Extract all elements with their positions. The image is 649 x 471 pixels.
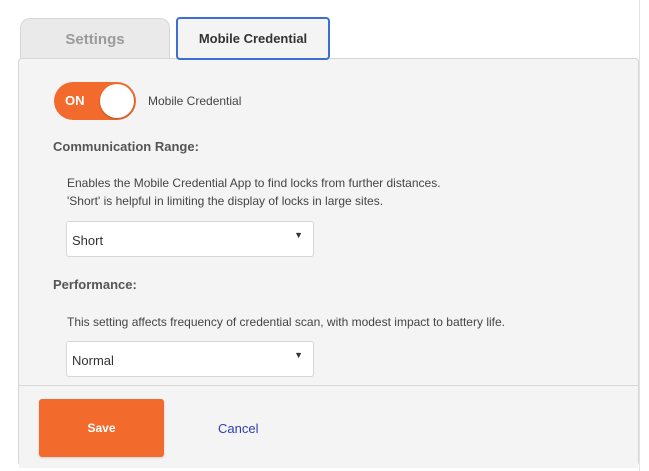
toggle-knob <box>100 84 134 118</box>
cancel-button[interactable]: Cancel <box>218 421 258 436</box>
tab-mobile-credential-label: Mobile Credential <box>198 31 308 46</box>
triangle-down-icon: ▼ <box>294 230 303 240</box>
communication-range-value: Short <box>72 233 104 248</box>
performance-value: Normal <box>72 353 114 368</box>
mobile-credential-toggle[interactable]: ON <box>54 82 136 120</box>
communication-range-select[interactable]: Short ▼ <box>66 221 314 257</box>
communication-range-heading: Communication Range: <box>53 139 199 154</box>
toggle-caption: Mobile Credential <box>148 94 242 108</box>
save-button-label: Save <box>87 421 116 435</box>
save-button[interactable]: Save <box>39 399 164 457</box>
triangle-down-icon: ▼ <box>294 350 303 360</box>
communication-range-description-line1: Enables the Mobile Credential App to fin… <box>67 176 441 190</box>
toggle-state-label: ON <box>65 93 85 108</box>
performance-heading: Performance: <box>53 277 137 292</box>
tab-settings[interactable]: Settings <box>20 18 170 59</box>
performance-description: This setting affects frequency of creden… <box>67 315 505 329</box>
window-edge <box>639 0 640 471</box>
communication-range-description-line2: 'Short' is helpful in limiting the displ… <box>67 194 384 208</box>
tab-settings-label: Settings <box>65 30 125 48</box>
tab-mobile-credential[interactable]: Mobile Credential <box>176 17 330 60</box>
performance-select[interactable]: Normal ▼ <box>66 341 314 377</box>
